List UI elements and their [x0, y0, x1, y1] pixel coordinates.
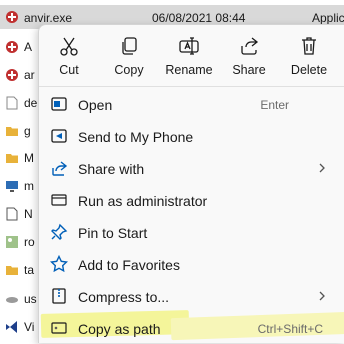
- menu-item-label: Share with: [78, 161, 145, 177]
- shortcut-text: Ctrl+Shift+C: [257, 322, 323, 336]
- menu-item-run-as-admin[interactable]: Run as administrator: [39, 184, 344, 216]
- folder-icon: [6, 127, 18, 136]
- folder-icon: [6, 154, 18, 163]
- document-icon: [6, 207, 18, 221]
- file-type: Applic: [312, 11, 344, 25]
- menu-item-share-with[interactable]: Share with: [39, 152, 344, 184]
- menu-item-add-to-favorites[interactable]: Add to Favorites: [39, 248, 344, 280]
- menu-item-label: Copy as path: [78, 321, 161, 337]
- visual-studio-icon: [6, 321, 17, 333]
- document-icon: [6, 96, 18, 110]
- rename-label: Rename: [165, 63, 213, 77]
- delete-button[interactable]: Delete: [279, 31, 339, 81]
- menu-item-open[interactable]: Open Enter: [39, 88, 344, 120]
- phone-send-icon: [51, 129, 67, 143]
- scissors-icon: [60, 37, 78, 56]
- delete-label: Delete: [290, 63, 328, 77]
- rename-button[interactable]: Rename: [159, 31, 219, 81]
- open-app-icon: [51, 97, 67, 111]
- file-name: ta: [24, 263, 35, 277]
- image-file-icon: [6, 236, 18, 248]
- menu-item-label: Pin to Start: [78, 225, 148, 241]
- file-name: de: [24, 96, 38, 110]
- app-exe-icon: [6, 11, 18, 23]
- file-date: 06/08/2021 08:44: [152, 11, 246, 25]
- shield-icon: [51, 194, 67, 206]
- copy-label: Copy: [114, 63, 144, 77]
- file-name: N: [24, 207, 33, 221]
- folder-icon: [6, 266, 18, 275]
- share-button[interactable]: Share: [219, 31, 279, 81]
- menu-item-compress-to[interactable]: Compress to...: [39, 280, 344, 312]
- trash-icon: [302, 37, 316, 55]
- file-name: Vi: [24, 320, 35, 334]
- file-name: g: [24, 124, 31, 138]
- menu-item-label: Compress to...: [78, 289, 170, 305]
- copy-button[interactable]: Copy: [99, 31, 159, 81]
- menu-item-label: Run as administrator: [78, 193, 208, 209]
- menu-item-label: Open: [78, 97, 113, 113]
- pin-icon: [51, 223, 68, 240]
- shortcut-text: Enter: [260, 98, 289, 112]
- menu-separator: [39, 86, 344, 87]
- app-exe-icon: [6, 69, 18, 81]
- rename-icon: [179, 37, 199, 55]
- copy-path-icon: [51, 322, 67, 334]
- zip-icon: [52, 288, 66, 304]
- cut-label: Cut: [59, 63, 79, 77]
- copy-icon: [122, 37, 137, 55]
- file-name: ar: [24, 68, 35, 82]
- menu-item-copy-as-path[interactable]: Copy as path Ctrl+Shift+C: [39, 312, 344, 344]
- share-icon: [241, 37, 259, 55]
- menu-item-label: Send to My Phone: [78, 129, 194, 145]
- context-menu: Cut Copy Rename Share Delete Open Enter …: [38, 24, 344, 343]
- file-name: M: [24, 151, 34, 165]
- app-exe-icon: [6, 41, 18, 53]
- menu-item-pin-to-start[interactable]: Pin to Start: [39, 216, 344, 248]
- menu-item-label: Add to Favorites: [78, 257, 180, 273]
- share-with-icon: [52, 161, 68, 176]
- file-name: anvir.exe: [24, 11, 73, 25]
- monitor-icon: [6, 181, 18, 192]
- file-name: ro: [24, 235, 35, 249]
- menu-item-send-to-phone[interactable]: Send to My Phone: [39, 120, 344, 152]
- file-name: A: [24, 40, 33, 54]
- file-name: us: [24, 292, 37, 306]
- drive-icon: [6, 297, 18, 303]
- cut-button[interactable]: Cut: [39, 31, 99, 81]
- share-label: Share: [232, 63, 266, 77]
- chevron-right-icon: [319, 163, 325, 173]
- star-icon: [50, 255, 68, 273]
- quick-actions-bar: Cut Copy Rename Share Delete: [39, 25, 344, 85]
- file-name: m: [24, 179, 34, 193]
- chevron-right-icon: [319, 291, 325, 301]
